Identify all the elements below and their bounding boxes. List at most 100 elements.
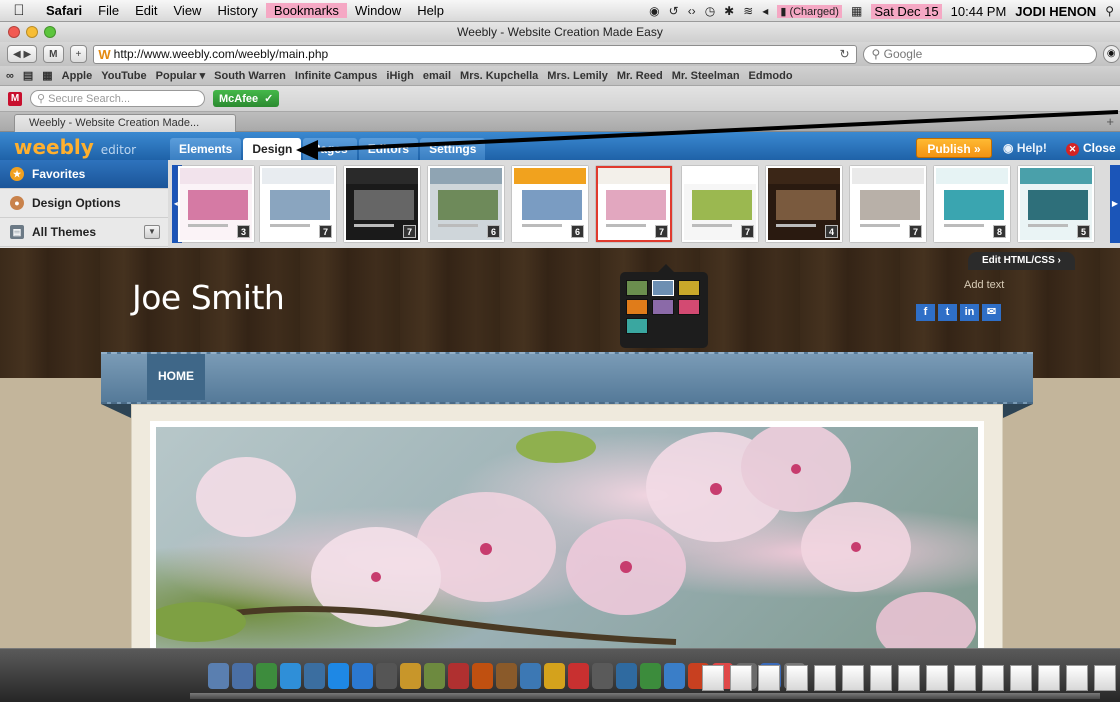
dock-app-icon[interactable] <box>592 663 613 689</box>
dock-document-icon[interactable] <box>898 665 920 691</box>
theme-thumbnail[interactable]: 7 <box>260 166 336 242</box>
edit-html-css-button[interactable]: Edit HTML/CSS › <box>968 252 1075 270</box>
dock-document-icon[interactable] <box>926 665 948 691</box>
color-swatch[interactable] <box>652 280 674 296</box>
grid-icon[interactable]: ▦ <box>42 69 52 82</box>
dock-document-icon[interactable] <box>1038 665 1060 691</box>
menu-window[interactable]: Window <box>347 3 409 18</box>
dock-app-icon[interactable] <box>496 663 517 689</box>
sidebar-item-all-themes[interactable]: ▤ All Themes ▼ <box>0 218 168 247</box>
menu-time[interactable]: 10:44 PM <box>951 4 1007 19</box>
dock-document-icon[interactable] <box>870 665 892 691</box>
dock-document-icon[interactable] <box>702 665 724 691</box>
battery-status[interactable]: ▮ (Charged) <box>777 4 842 18</box>
mcafee-button[interactable]: McAfee ✓ <box>213 90 280 107</box>
bookmark-ihigh[interactable]: iHigh <box>386 70 414 82</box>
add-bookmark-button[interactable]: + <box>69 45 88 63</box>
code-icon[interactable]: ‹› <box>688 4 696 18</box>
dock-app-icon[interactable] <box>232 663 253 689</box>
volume-icon[interactable]: ◂ <box>762 4 768 18</box>
dock-app-icon[interactable] <box>472 663 493 689</box>
dock-app-icon[interactable] <box>256 663 277 689</box>
menu-help[interactable]: Help <box>409 3 452 18</box>
browser-tab[interactable]: Weebly - Website Creation Made... <box>14 114 236 132</box>
dock-app-icon[interactable] <box>640 663 661 689</box>
tab-pages[interactable]: Pages <box>303 138 357 160</box>
apple-menu-icon[interactable]:  <box>0 2 38 19</box>
theme-thumbnail[interactable]: 5 <box>1018 166 1094 242</box>
color-swatch[interactable] <box>626 318 648 334</box>
dock-app-icon[interactable] <box>448 663 469 689</box>
dock-app-icon[interactable] <box>352 663 373 689</box>
book-icon[interactable]: ▤ <box>23 69 33 82</box>
dock-app-icon[interactable] <box>664 663 685 689</box>
chevron-down-icon[interactable]: ▼ <box>144 225 160 239</box>
dock-document-icon[interactable] <box>730 665 752 691</box>
scroll-right-icon[interactable]: ▶ <box>1110 165 1120 243</box>
facebook-icon[interactable]: f <box>916 304 935 321</box>
color-swatch[interactable] <box>678 299 700 315</box>
close-window-icon[interactable] <box>8 26 20 38</box>
dock-document-icon[interactable] <box>814 665 836 691</box>
color-swatch[interactable] <box>678 280 700 296</box>
dock-document-icon[interactable] <box>786 665 808 691</box>
theme-thumbnail[interactable]: 4 <box>766 166 842 242</box>
theme-thumbnail[interactable]: 7 <box>850 166 926 242</box>
dock-app-icon[interactable] <box>304 663 325 689</box>
dock-document-icon[interactable] <box>1066 665 1088 691</box>
new-tab-icon[interactable]: + <box>1106 114 1114 129</box>
tab-design[interactable]: Design <box>243 138 302 160</box>
bookmark-edmodo[interactable]: Edmodo <box>749 70 793 82</box>
twitter-icon[interactable]: t <box>938 304 957 321</box>
menu-bookmarks[interactable]: Bookmarks <box>265 3 347 18</box>
dock-app-icon[interactable] <box>208 663 229 689</box>
bookmark-email[interactable]: email <box>423 70 451 82</box>
bookmark-mr-reed[interactable]: Mr. Reed <box>617 70 663 82</box>
theme-thumbnail[interactable]: 7 <box>596 166 672 242</box>
menu-safari[interactable]: Safari <box>38 3 90 18</box>
dock-document-icon[interactable] <box>982 665 1004 691</box>
dock-app-icon[interactable] <box>280 663 301 689</box>
menu-user[interactable]: JODI HENON <box>1015 4 1096 19</box>
linkedin-icon[interactable]: in <box>960 304 979 321</box>
wifi-icon[interactable]: ≋ <box>743 4 753 18</box>
tab-editors[interactable]: Editors <box>358 138 419 160</box>
publish-button[interactable]: Publish » <box>916 138 992 158</box>
theme-thumbnail[interactable]: 7 <box>344 166 420 242</box>
mcafee-shield-icon[interactable]: M <box>8 91 22 106</box>
dock-document-icon[interactable] <box>1010 665 1032 691</box>
bookmark-popular[interactable]: Popular ▾ <box>156 69 206 82</box>
minimize-window-icon[interactable] <box>26 26 38 38</box>
close-editor-button[interactable]: ✕ Close <box>1066 141 1116 156</box>
menu-date[interactable]: Sat Dec 15 <box>871 3 942 19</box>
theme-thumbnail[interactable]: 6 <box>512 166 588 242</box>
theme-thumbnail[interactable]: 6 <box>428 166 504 242</box>
reload-icon[interactable]: ↻ <box>839 47 849 61</box>
bookmark-south-warren[interactable]: South Warren <box>214 70 286 82</box>
keyboard-flag-icon[interactable]: ▦ <box>851 4 862 18</box>
color-swatch[interactable] <box>652 299 674 315</box>
menu-file[interactable]: File <box>90 3 127 18</box>
dock-app-icon[interactable] <box>616 663 637 689</box>
theme-thumbnail[interactable]: 7 <box>682 166 758 242</box>
spotlight-icon[interactable]: ⚲ <box>1105 4 1114 18</box>
dock-document-icon[interactable] <box>842 665 864 691</box>
menu-history[interactable]: History <box>209 3 265 18</box>
bluetooth-icon[interactable]: ✱ <box>724 4 734 18</box>
time-machine-icon[interactable]: ↺ <box>669 4 679 18</box>
theme-thumbnail[interactable]: 8 <box>934 166 1010 242</box>
dock-app-icon[interactable] <box>520 663 541 689</box>
color-swatch[interactable] <box>626 299 648 315</box>
dock-document-icon[interactable] <box>1094 665 1116 691</box>
reading-list-icon[interactable]: ∞ <box>6 70 14 82</box>
bookmark-infinite-campus[interactable]: Infinite Campus <box>295 70 378 82</box>
dock-document-icon[interactable] <box>954 665 976 691</box>
dock-document-icon[interactable] <box>758 665 780 691</box>
bookmark-youtube[interactable]: YouTube <box>101 70 146 82</box>
bookmark-mrs-kupchella[interactable]: Mrs. Kupchella <box>460 70 538 82</box>
nav-home[interactable]: HOME <box>147 354 205 400</box>
dock-app-icon[interactable] <box>400 663 421 689</box>
help-button[interactable]: ◉ Help! <box>1003 141 1047 155</box>
bookmark-mrs-lemily[interactable]: Mrs. Lemily <box>547 70 608 82</box>
secure-search-input[interactable]: ⚲ Secure Search... <box>30 90 205 107</box>
